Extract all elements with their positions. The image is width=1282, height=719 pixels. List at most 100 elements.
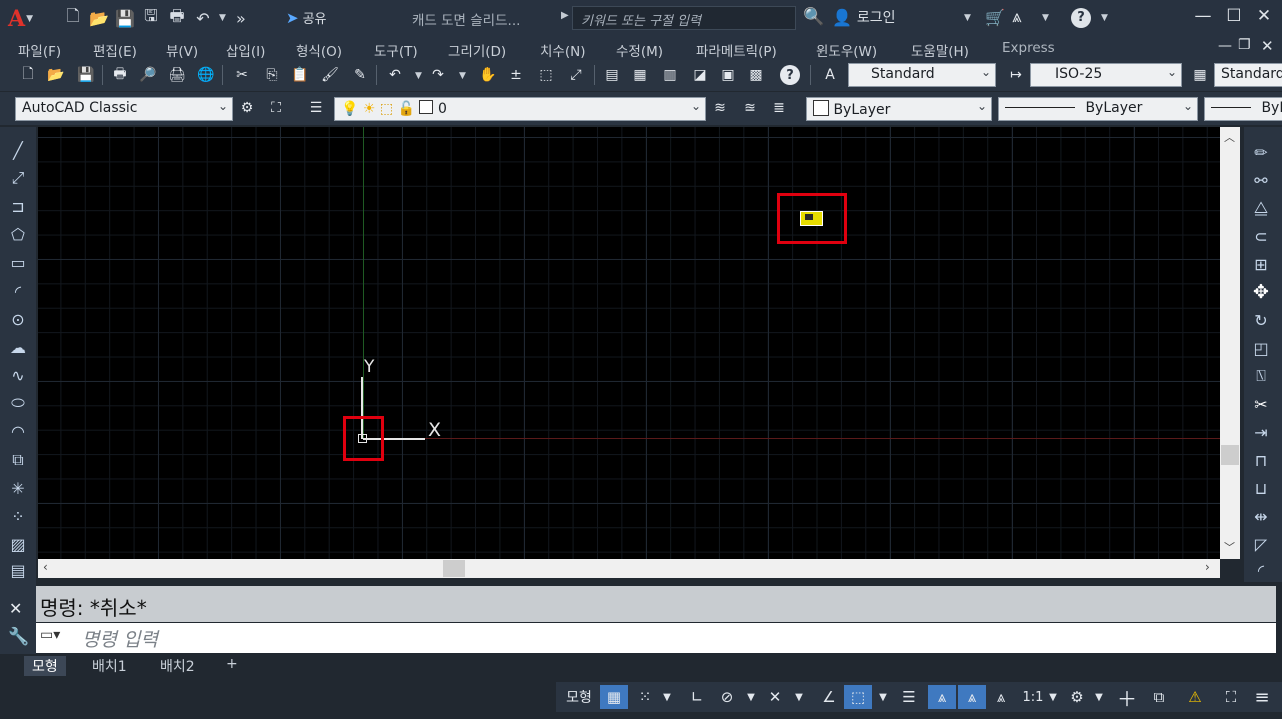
- zoom-previous-icon[interactable]: ⤢: [566, 65, 586, 85]
- tab-layout2[interactable]: 배치2: [152, 656, 203, 676]
- text-style-select[interactable]: Standard ⌄: [848, 63, 996, 87]
- move-icon[interactable]: ✥: [1250, 281, 1272, 303]
- lineweight-control-select[interactable]: ByL: [1204, 97, 1282, 121]
- auto-scale-icon[interactable]: ⩓: [958, 685, 986, 709]
- tab-model[interactable]: 모형: [24, 656, 66, 676]
- grid-icon[interactable]: ▦: [600, 685, 628, 709]
- polygon-icon[interactable]: ⬠: [7, 223, 29, 245]
- line-icon[interactable]: ╱: [7, 139, 29, 161]
- text-style-icon[interactable]: A: [820, 65, 840, 85]
- trim-icon[interactable]: ✂: [1250, 393, 1272, 415]
- properties-icon[interactable]: ▤: [602, 65, 622, 85]
- menu-modify[interactable]: 수정(M): [616, 40, 663, 60]
- copy-clip-icon[interactable]: ⎘: [262, 65, 282, 85]
- qnew-icon[interactable]: 🗋: [18, 65, 38, 85]
- menu-file[interactable]: 파일(F): [18, 40, 61, 60]
- mtext-object-icon[interactable]: [800, 211, 823, 226]
- close-command-line-icon[interactable]: ✕: [9, 599, 22, 618]
- maximize-button[interactable]: ☐: [1222, 6, 1246, 30]
- color-control-select[interactable]: ByLayer ⌄: [806, 97, 992, 121]
- isodraft-dropdown-icon[interactable]: ▼: [792, 685, 806, 709]
- array-icon[interactable]: ⊞: [1250, 253, 1272, 275]
- clean-screen-icon[interactable]: ⛶: [266, 98, 286, 118]
- horizontal-scroll-thumb[interactable]: [443, 560, 465, 577]
- layer-state-icon[interactable]: ≣: [769, 98, 789, 118]
- spline-icon[interactable]: ∿: [7, 364, 29, 386]
- markup-icon[interactable]: ▣: [718, 65, 738, 85]
- plot-icon[interactable]: 🖶: [166, 6, 188, 29]
- undo-icon[interactable]: ↶: [385, 65, 405, 85]
- arc-icon[interactable]: ◜: [7, 280, 29, 302]
- doc-close-button[interactable]: ✕: [1261, 37, 1274, 55]
- cart-icon[interactable]: 🛒: [985, 8, 1005, 27]
- tool-palettes-icon[interactable]: ▥: [660, 65, 680, 85]
- menu-draw[interactable]: 그리기(D): [448, 40, 506, 60]
- new-file-icon[interactable]: 🗋: [62, 6, 84, 29]
- menu-view[interactable]: 뷰(V): [166, 40, 198, 60]
- polar-tracking-icon[interactable]: ⊘: [714, 685, 740, 709]
- copy-icon[interactable]: ⚯: [1250, 169, 1272, 191]
- horizontal-scrollbar[interactable]: ‹ ›: [38, 559, 1220, 578]
- calculator-icon[interactable]: ▩: [746, 65, 766, 85]
- menu-format[interactable]: 형식(O): [296, 40, 342, 60]
- fillet-icon[interactable]: ◜: [1250, 559, 1272, 581]
- linetype-control-select[interactable]: ByLayer ⌄: [998, 97, 1198, 121]
- help-icon[interactable]: ?: [780, 65, 800, 85]
- design-center-icon[interactable]: ▦: [630, 65, 650, 85]
- dim-style-icon[interactable]: ↦: [1006, 65, 1026, 85]
- rotate-icon[interactable]: ↻: [1250, 309, 1272, 331]
- break-at-point-icon[interactable]: ⊓: [1250, 449, 1272, 471]
- workspace-select[interactable]: AutoCAD Classic ⌄: [15, 97, 233, 121]
- object-snap-dropdown-icon[interactable]: ▼: [876, 685, 890, 709]
- open-file-icon[interactable]: 📂: [88, 7, 110, 29]
- point-icon[interactable]: ⁘: [7, 505, 29, 527]
- zoom-window-icon[interactable]: ⬚: [536, 65, 556, 85]
- search-icon[interactable]: 🔍: [803, 7, 824, 27]
- new-layout-tab-button[interactable]: +: [218, 656, 246, 676]
- redo-dropdown-icon[interactable]: ▼: [459, 71, 466, 81]
- layer-properties-icon[interactable]: ☰: [306, 98, 326, 118]
- polyline-icon[interactable]: ⊐: [7, 195, 29, 217]
- lineweight-display-icon[interactable]: ☰: [896, 685, 922, 709]
- paste-icon[interactable]: 📋: [290, 65, 310, 85]
- clean-screen-icon[interactable]: ⛶: [1218, 685, 1244, 709]
- snap-dropdown-icon[interactable]: ▼: [660, 685, 674, 709]
- customize-wrench-icon[interactable]: 🔧: [8, 627, 29, 647]
- layer-select[interactable]: 💡 ☀ ⬚ 🔓 0 ⌄: [334, 97, 706, 121]
- menu-tools[interactable]: 도구(T): [374, 40, 418, 60]
- workspace-settings-gear-icon[interactable]: ⚙: [237, 98, 257, 118]
- autodesk-a360-icon[interactable]: ⩓: [1012, 7, 1022, 27]
- polar-dropdown-icon[interactable]: ▼: [744, 685, 758, 709]
- plot-icon[interactable]: 🖶: [110, 65, 130, 85]
- isodraft-icon[interactable]: ✕: [762, 685, 788, 709]
- make-object-layer-current-icon[interactable]: ≋: [710, 98, 730, 118]
- hatch-icon[interactable]: ▨: [7, 533, 29, 555]
- dynamic-ucs-icon[interactable]: ∠: [816, 685, 842, 709]
- a360-dropdown-icon[interactable]: ▼: [1042, 13, 1049, 23]
- undo-icon[interactable]: ↶: [192, 7, 214, 29]
- zoom-realtime-icon[interactable]: ±: [506, 65, 526, 85]
- login-button[interactable]: 👤 로그인: [832, 7, 896, 27]
- tab-layout1[interactable]: 배치1: [84, 656, 135, 676]
- publish-icon[interactable]: 🖨: [167, 65, 187, 85]
- save-icon[interactable]: 💾: [76, 65, 96, 85]
- join-icon[interactable]: ⇹: [1250, 505, 1272, 527]
- redo-icon[interactable]: ↷: [428, 65, 448, 85]
- sheet-set-icon[interactable]: ◪: [690, 65, 710, 85]
- snap-icon[interactable]: ⁙: [632, 685, 658, 709]
- scroll-up-icon[interactable]: ︿: [1224, 129, 1235, 145]
- open-icon[interactable]: 📂: [46, 65, 66, 85]
- layer-previous-icon[interactable]: ≊: [740, 98, 760, 118]
- scroll-left-icon[interactable]: ‹: [43, 560, 48, 574]
- erase-icon[interactable]: ✏: [1250, 141, 1272, 163]
- undo-dropdown-icon[interactable]: ▼: [415, 71, 422, 81]
- object-snap-icon[interactable]: ⬚: [844, 685, 872, 709]
- table-style-select[interactable]: Standard: [1214, 63, 1282, 87]
- menu-window[interactable]: 윈도우(W): [816, 40, 877, 60]
- doc-restore-button[interactable]: ❐: [1238, 37, 1251, 53]
- customization-menu-icon[interactable]: ≡: [1248, 685, 1276, 709]
- extend-icon[interactable]: ⇥: [1250, 421, 1272, 443]
- chamfer-icon[interactable]: ◸: [1250, 533, 1272, 555]
- drawing-canvas[interactable]: Y X: [38, 127, 1220, 559]
- isolate-objects-icon[interactable]: ⧉: [1146, 685, 1172, 709]
